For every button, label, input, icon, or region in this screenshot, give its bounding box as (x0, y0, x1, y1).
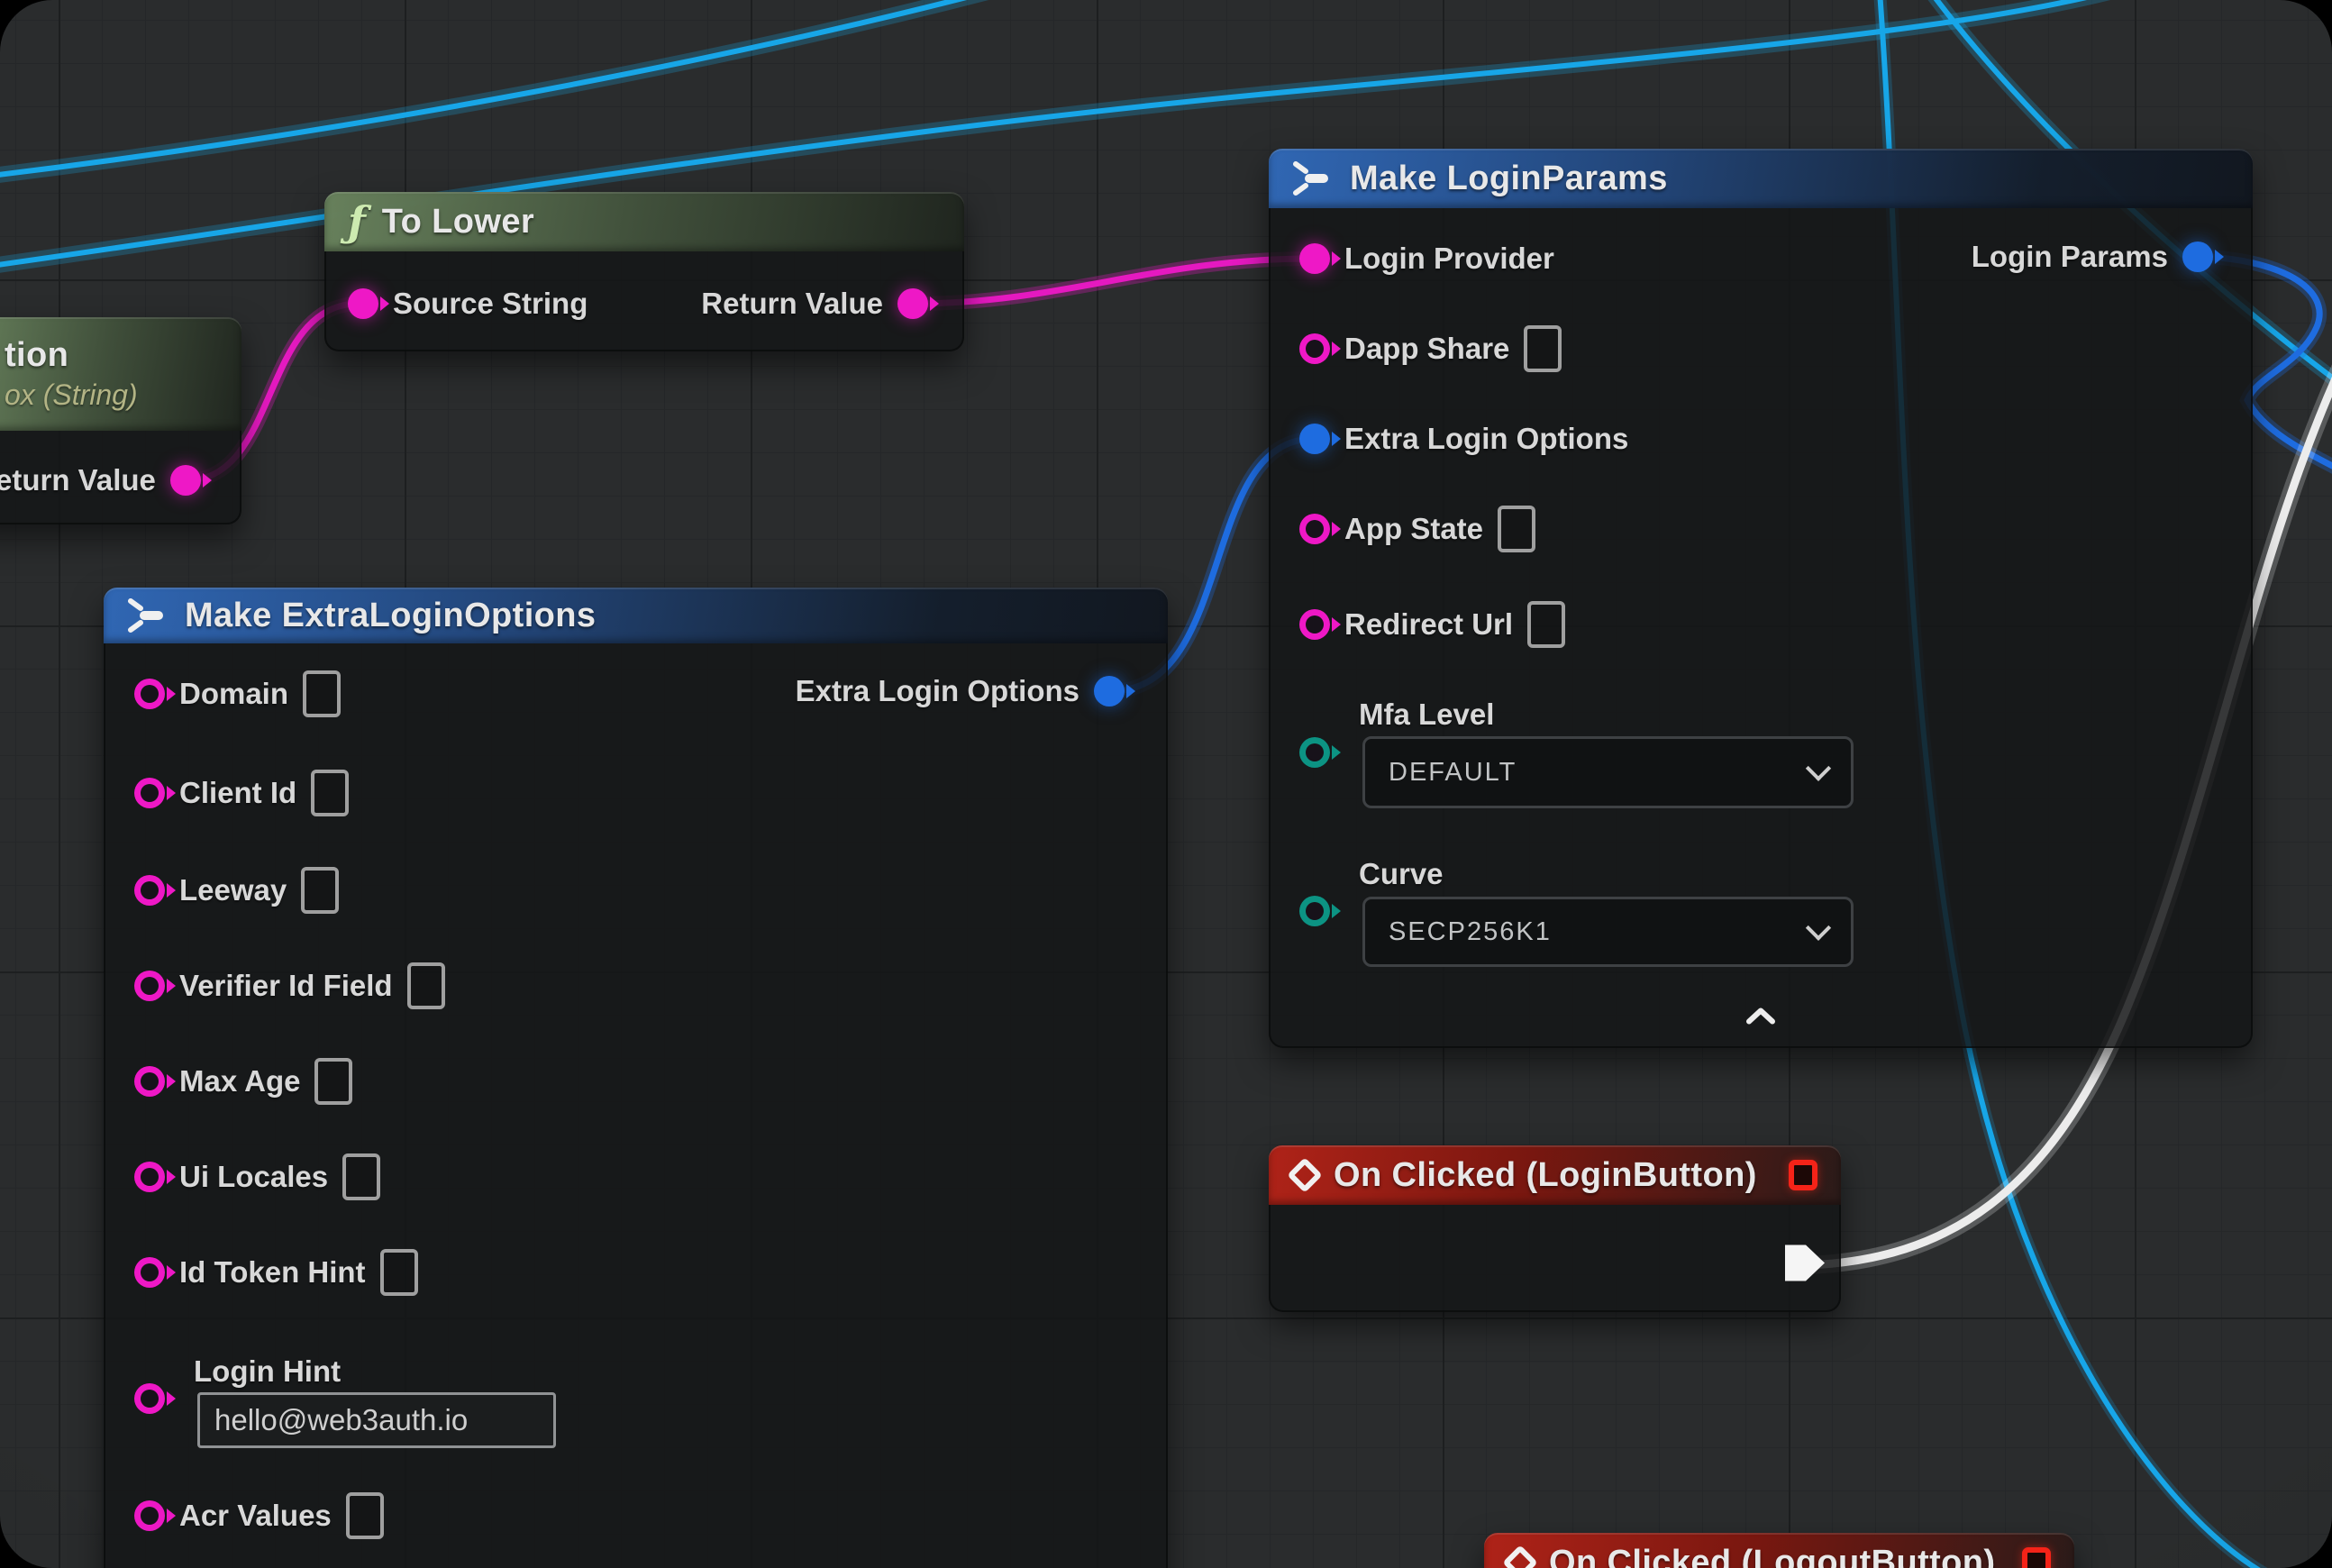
event-icon (1502, 1545, 1538, 1568)
input-pin-mfa-level[interactable] (1299, 737, 1330, 768)
node-title-fragment: tion (5, 336, 68, 375)
wire-string-tolower-to-loginprovider[interactable] (912, 259, 1311, 304)
pin-label: Login Params (1972, 240, 2168, 274)
output-pin-extra-login-options[interactable] (1094, 676, 1125, 707)
pin-label: Login Provider (1344, 242, 1554, 276)
pin-label-login-hint: Login Hint (194, 1354, 341, 1389)
node-title: Make ExtraLoginOptions (185, 597, 596, 635)
node-onclicked-loginbutton[interactable]: On Clicked (LoginButton) (1269, 1145, 1841, 1312)
input-pin-redirect-url[interactable] (1299, 609, 1330, 640)
pin-label: Extra Login Options (1344, 422, 1628, 456)
node-header: Make LoginParams (1269, 149, 2253, 208)
blueprint-canvas[interactable]: tion ox (String) eturn Value ƒ To Lower … (0, 0, 2332, 1568)
checkbox-max-age[interactable] (314, 1058, 352, 1105)
input-pin-leeway[interactable] (134, 875, 165, 906)
checkbox-id-token-hint[interactable] (380, 1249, 418, 1296)
checkbox-app-state[interactable] (1498, 506, 1535, 552)
node-header: On Clicked (LoginButton) (1269, 1145, 1841, 1205)
checkbox-redirect-url[interactable] (1527, 601, 1565, 648)
mfa-level-value: DEFAULT (1389, 758, 1517, 788)
bind-red-box-icon (1789, 1160, 1817, 1190)
chevron-down-icon (1806, 756, 1831, 781)
checkbox-domain[interactable] (303, 670, 341, 717)
pin-label-curve: Curve (1359, 857, 1444, 891)
node-header: On Clicked (LogoutButton) (1484, 1533, 2074, 1568)
pin-label: Max Age (179, 1064, 300, 1099)
curve-value: SECP256K1 (1389, 917, 1552, 947)
pin-label: App State (1344, 512, 1483, 546)
pin-label: eturn Value (0, 463, 156, 497)
node-subtitle-fragment: ox (String) (5, 378, 138, 412)
input-pin-client-id[interactable] (134, 778, 165, 808)
node-header: ƒ To Lower (324, 192, 964, 251)
pin-label: Domain (179, 677, 288, 711)
node-to-lower[interactable]: ƒ To Lower Source String Return Value (324, 192, 964, 351)
pin-label: Verifier Id Field (179, 969, 393, 1003)
node-make-extraloginoptions[interactable]: Make ExtraLoginOptions Extra Login Optio… (104, 588, 1168, 1568)
pin-label: Return Value (701, 287, 883, 321)
node-title: On Clicked (LogoutButton) (1549, 1544, 1995, 1568)
mfa-level-dropdown[interactable]: DEFAULT (1362, 736, 1854, 808)
make-struct-icon (127, 597, 169, 634)
node-make-loginparams[interactable]: Make LoginParams Login Provider Login Pa… (1269, 149, 2253, 1048)
input-pin-login-provider[interactable] (1299, 243, 1330, 274)
node-title: On Clicked (LoginButton) (1334, 1156, 1757, 1195)
input-pin-curve[interactable] (1299, 896, 1330, 926)
pin-label-mfa-level: Mfa Level (1359, 697, 1494, 732)
input-pin-app-state[interactable] (1299, 514, 1330, 544)
node-title: To Lower (382, 203, 534, 242)
node-partial-function[interactable]: tion ox (String) eturn Value (0, 317, 241, 524)
function-icon: ƒ (348, 201, 366, 242)
checkbox-dapp-share[interactable] (1524, 325, 1562, 372)
input-pin-verifier-id-field[interactable] (134, 971, 165, 1001)
pin-label: Redirect Url (1344, 607, 1513, 642)
output-pin-return-value[interactable] (170, 465, 201, 496)
chevron-down-icon (1806, 916, 1831, 941)
pin-label: Leeway (179, 873, 287, 907)
input-pin-dapp-share[interactable] (1299, 333, 1330, 364)
pin-label: Source String (393, 287, 588, 321)
pin-label: Dapp Share (1344, 332, 1509, 366)
pin-label: Extra Login Options (796, 674, 1079, 708)
input-pin-domain[interactable] (134, 679, 165, 709)
checkbox-acr-values[interactable] (346, 1492, 384, 1539)
login-hint-input[interactable]: hello@web3auth.io (197, 1392, 556, 1448)
pin-label: Ui Locales (179, 1160, 328, 1194)
input-pin-source-string[interactable] (348, 288, 378, 319)
input-pin-max-age[interactable] (134, 1066, 165, 1097)
pin-label: Id Token Hint (179, 1255, 366, 1290)
collapse-chevron-icon[interactable] (1745, 1007, 1776, 1030)
node-header: Make ExtraLoginOptions (104, 588, 1168, 643)
node-onclicked-logoutbutton[interactable]: On Clicked (LogoutButton) (1484, 1533, 2074, 1568)
output-pin-return-value[interactable] (897, 288, 928, 319)
output-pin-login-params[interactable] (2182, 242, 2213, 272)
input-pin-acr-values[interactable] (134, 1500, 165, 1531)
pin-label: Acr Values (179, 1499, 332, 1533)
bind-red-box-icon (2022, 1547, 2051, 1568)
input-pin-extra-login-options[interactable] (1299, 424, 1330, 454)
login-hint-value: hello@web3auth.io (214, 1403, 468, 1437)
node-header: tion ox (String) (0, 317, 241, 431)
input-pin-ui-locales[interactable] (134, 1162, 165, 1192)
exec-output-pin[interactable] (1783, 1244, 1826, 1288)
curve-dropdown[interactable]: SECP256K1 (1362, 897, 1854, 967)
input-pin-id-token-hint[interactable] (134, 1257, 165, 1288)
make-struct-icon (1292, 160, 1334, 197)
node-title: Make LoginParams (1350, 160, 1668, 198)
checkbox-leeway[interactable] (301, 867, 339, 914)
checkbox-client-id[interactable] (311, 770, 349, 816)
checkbox-ui-locales[interactable] (342, 1153, 380, 1200)
pin-label: Client Id (179, 776, 296, 810)
input-pin-login-hint[interactable] (134, 1383, 165, 1414)
checkbox-verifier-id-field[interactable] (407, 962, 445, 1009)
event-icon (1287, 1157, 1323, 1193)
